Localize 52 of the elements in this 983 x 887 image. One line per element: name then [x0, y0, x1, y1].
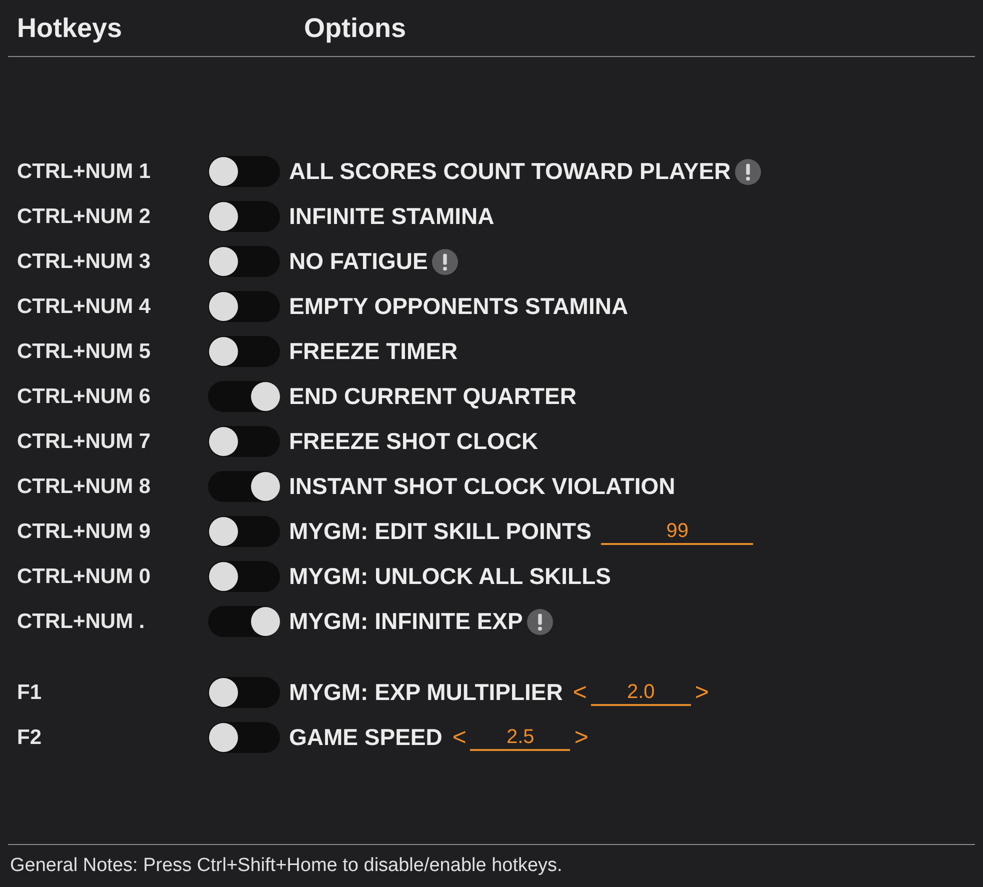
toggle-switch[interactable] — [208, 201, 280, 232]
hotkeys-heading: Hotkeys — [17, 12, 124, 44]
hotkey-label: CTRL+NUM 3 — [16, 250, 152, 274]
option-label: FREEZE TIMER — [289, 338, 458, 365]
info-icon[interactable] — [734, 158, 761, 184]
toggle-switch[interactable] — [208, 561, 280, 592]
options-heading: Options — [304, 12, 406, 44]
toggle-switch[interactable] — [208, 246, 280, 277]
option-label: ALL SCORES COUNT TOWARD PLAYER — [289, 158, 731, 185]
hotkey-label: CTRL+NUM 5 — [16, 340, 152, 364]
toggle-switch[interactable] — [208, 381, 280, 412]
increase-button[interactable]: > — [570, 724, 592, 752]
option-label: FREEZE SHOT CLOCK — [289, 428, 538, 455]
hotkey-label: F1 — [16, 680, 43, 704]
toggle-switch[interactable] — [208, 156, 280, 187]
option-label: MYGM: INFINITE EXP — [289, 608, 523, 635]
value-field[interactable]: 2.5 — [470, 724, 570, 750]
hotkey-label: CTRL+NUM . — [16, 610, 146, 634]
toggle-switch[interactable] — [208, 722, 280, 753]
hotkey-label: CTRL+NUM 0 — [16, 564, 152, 588]
hotkey-label: CTRL+NUM 6 — [16, 384, 152, 408]
option-label: INSTANT SHOT CLOCK VIOLATION — [289, 473, 676, 500]
decrease-button[interactable]: < — [448, 724, 470, 752]
hotkey-label: F2 — [16, 726, 43, 750]
option-label: MYGM: UNLOCK ALL SKILLS — [289, 563, 611, 590]
option-label: NO FATIGUE — [289, 248, 428, 275]
option-label: EMPTY OPPONENTS STAMINA — [289, 293, 628, 320]
hotkey-label: CTRL+NUM 7 — [16, 430, 152, 454]
increase-button[interactable]: > — [690, 678, 713, 706]
hotkey-label: CTRL+NUM 2 — [16, 204, 152, 228]
general-notes: General Notes: Press Ctrl+Shift+Home to disable/enable hotkeys. — [9, 855, 562, 877]
info-icon[interactable] — [432, 248, 458, 274]
option-label: MYGM: EDIT SKILL POINTS — [289, 518, 592, 545]
option-label: GAME SPEED — [289, 724, 442, 751]
value-field[interactable]: 2.0 — [590, 680, 691, 706]
toggle-switch[interactable] — [208, 471, 280, 502]
decrease-button[interactable]: < — [568, 678, 591, 706]
info-icon[interactable] — [526, 608, 553, 634]
toggle-switch[interactable] — [208, 606, 280, 637]
toggle-switch[interactable] — [208, 291, 280, 322]
value-field[interactable]: 99 — [601, 518, 754, 544]
toggle-switch[interactable] — [208, 336, 280, 367]
hotkey-label: CTRL+NUM 1 — [16, 160, 152, 184]
hotkey-label: CTRL+NUM 4 — [16, 294, 152, 318]
option-label: MYGM: EXP MULTIPLIER — [289, 679, 563, 706]
hotkey-label: CTRL+NUM 8 — [16, 474, 152, 498]
toggle-switch[interactable] — [208, 516, 280, 547]
toggle-switch[interactable] — [208, 677, 280, 708]
hotkey-label: CTRL+NUM 9 — [16, 520, 152, 544]
option-label: INFINITE STAMINA — [289, 203, 494, 230]
option-label: END CURRENT QUARTER — [289, 383, 576, 410]
toggle-switch[interactable] — [208, 426, 280, 457]
